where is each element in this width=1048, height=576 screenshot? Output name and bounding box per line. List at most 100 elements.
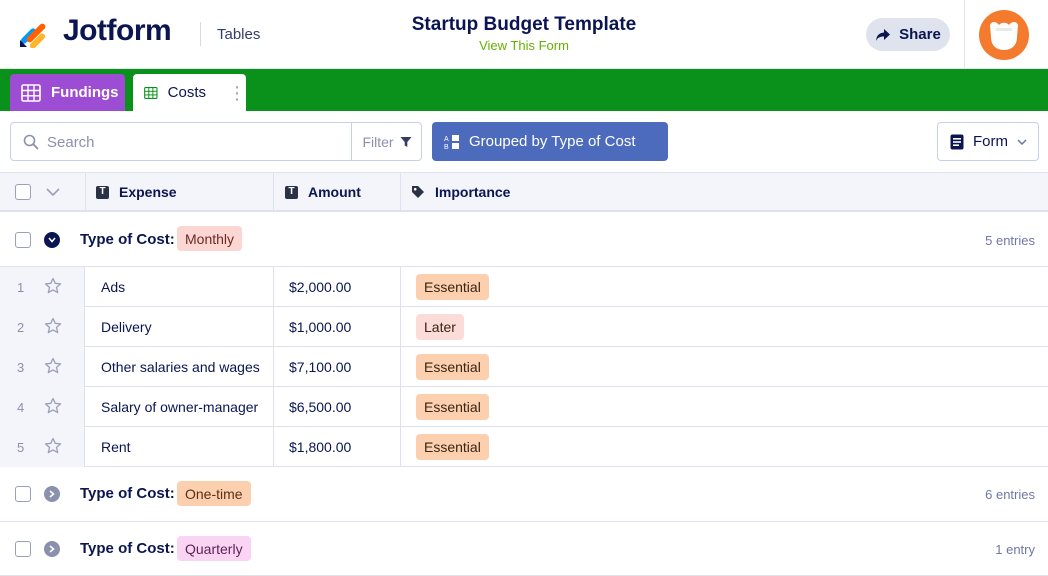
chevron-right-circle-icon[interactable] <box>44 486 60 502</box>
chevron-down-circle-icon[interactable] <box>44 232 60 248</box>
column-header-expense[interactable]: T Expense <box>96 173 177 211</box>
filter-label: Filter <box>362 133 394 150</box>
star-icon[interactable] <box>44 437 62 455</box>
group-checkbox[interactable] <box>15 541 31 557</box>
grouped-by-button[interactable]: A B Grouped by Type of Cost <box>432 122 668 161</box>
row-number: 1 <box>17 280 25 295</box>
form-document-icon <box>950 134 964 149</box>
column-divider <box>400 387 401 427</box>
amount-cell[interactable]: $1,800.00 <box>289 427 351 467</box>
group-header-quarterly[interactable]: Type of Cost: Quarterly 1 entry <box>0 522 1048 576</box>
form-label: Form <box>973 133 1008 150</box>
importance-cell[interactable]: Essential <box>416 387 489 427</box>
share-button[interactable]: Share <box>866 18 950 51</box>
group-entry-count: 6 entries <box>985 487 1035 502</box>
star-icon[interactable] <box>44 277 62 295</box>
importance-cell[interactable]: Essential <box>416 347 489 387</box>
row-number-cell: 2 <box>0 307 85 347</box>
chevron-down-icon <box>1017 138 1027 145</box>
svg-text:A: A <box>444 136 449 143</box>
table-row[interactable]: 2 Delivery $1,000.00 Later <box>0 307 1048 347</box>
column-divider <box>273 307 274 347</box>
group-value-badge: One-time <box>177 481 251 506</box>
group-value-badge: Quarterly <box>177 536 251 561</box>
row-number-cell: 1 <box>0 267 85 307</box>
expense-cell[interactable]: Salary of owner-manager <box>101 387 258 427</box>
more-vertical-icon[interactable]: ⋮ <box>228 84 246 102</box>
app-header: Jotform Tables Startup Budget Template V… <box>0 0 1048 69</box>
star-icon[interactable] <box>44 397 62 415</box>
star-icon[interactable] <box>44 317 62 335</box>
column-divider <box>273 173 274 211</box>
tab-fundings[interactable]: Fundings <box>10 74 125 111</box>
amount-cell[interactable]: $2,000.00 <box>289 267 351 307</box>
column-divider <box>85 173 86 211</box>
svg-text:B: B <box>444 144 449 150</box>
brand-name[interactable]: Jotform <box>63 14 172 48</box>
tab-bar: Fundings Costs ⋮ <box>0 69 1048 111</box>
importance-cell[interactable]: Later <box>416 307 464 347</box>
row-number: 5 <box>17 440 25 455</box>
jotform-logo-icon[interactable] <box>18 16 50 48</box>
table-header: T Expense T Amount Importance <box>0 172 1048 212</box>
column-divider <box>273 387 274 427</box>
column-divider <box>273 347 274 387</box>
importance-pill: Essential <box>416 394 489 420</box>
expense-cell[interactable]: Rent <box>101 427 131 467</box>
row-number-cell: 5 <box>0 427 85 467</box>
column-divider <box>400 267 401 307</box>
avatar[interactable] <box>979 10 1029 60</box>
importance-pill: Essential <box>416 434 489 460</box>
product-name[interactable]: Tables <box>217 26 260 43</box>
table-row[interactable]: 1 Ads $2,000.00 Essential <box>0 267 1048 307</box>
importance-pill: Later <box>416 314 464 340</box>
share-arrow-icon <box>876 28 891 41</box>
group-label: Type of Cost: <box>80 485 175 502</box>
column-divider <box>400 347 401 387</box>
column-divider <box>273 427 274 467</box>
expense-cell[interactable]: Other salaries and wages <box>101 347 260 387</box>
importance-pill: Essential <box>416 354 489 380</box>
row-number: 2 <box>17 320 25 335</box>
table-row[interactable]: 5 Rent $1,800.00 Essential <box>0 427 1048 467</box>
amount-cell[interactable]: $6,500.00 <box>289 387 351 427</box>
group-entry-count: 5 entries <box>985 233 1035 248</box>
search-input[interactable] <box>47 131 347 153</box>
column-divider <box>400 307 401 347</box>
group-checkbox[interactable] <box>15 486 31 502</box>
group-label: Type of Cost: <box>80 540 175 557</box>
header-divider <box>200 22 201 46</box>
expense-cell[interactable]: Delivery <box>101 307 152 347</box>
group-entry-count: 1 entry <box>995 542 1035 557</box>
amount-cell[interactable]: $1,000.00 <box>289 307 351 347</box>
chevron-down-icon[interactable] <box>46 188 60 196</box>
column-header-label: Importance <box>435 184 511 200</box>
column-header-amount[interactable]: T Amount <box>285 173 361 211</box>
group-header-monthly[interactable]: Type of Cost: Monthly 5 entries <box>0 212 1048 267</box>
select-all-checkbox[interactable] <box>15 184 31 200</box>
column-header-label: Expense <box>119 184 177 200</box>
chevron-right-circle-icon[interactable] <box>44 541 60 557</box>
importance-pill: Essential <box>416 274 489 300</box>
form-button[interactable]: Form <box>937 122 1039 161</box>
filter-button[interactable]: Filter <box>351 123 422 160</box>
column-divider <box>400 173 401 211</box>
view-form-link[interactable]: View This Form <box>324 38 724 53</box>
search-box: Filter <box>10 122 422 161</box>
column-divider <box>273 267 274 307</box>
header-divider-right <box>964 0 965 68</box>
filter-funnel-icon <box>400 136 412 147</box>
expense-cell[interactable]: Ads <box>101 267 125 307</box>
importance-cell[interactable]: Essential <box>416 267 489 307</box>
row-number-cell: 3 <box>0 347 85 387</box>
column-header-importance[interactable]: Importance <box>411 173 510 211</box>
star-icon[interactable] <box>44 357 62 375</box>
importance-cell[interactable]: Essential <box>416 427 489 467</box>
tab-costs[interactable]: Costs ⋮ <box>133 74 246 111</box>
text-field-icon: T <box>285 185 298 199</box>
amount-cell[interactable]: $7,100.00 <box>289 347 351 387</box>
table-row[interactable]: 3 Other salaries and wages $7,100.00 Ess… <box>0 347 1048 387</box>
group-header-one-time[interactable]: Type of Cost: One-time 6 entries <box>0 467 1048 522</box>
group-checkbox[interactable] <box>15 232 31 248</box>
table-row[interactable]: 4 Salary of owner-manager $6,500.00 Esse… <box>0 387 1048 427</box>
